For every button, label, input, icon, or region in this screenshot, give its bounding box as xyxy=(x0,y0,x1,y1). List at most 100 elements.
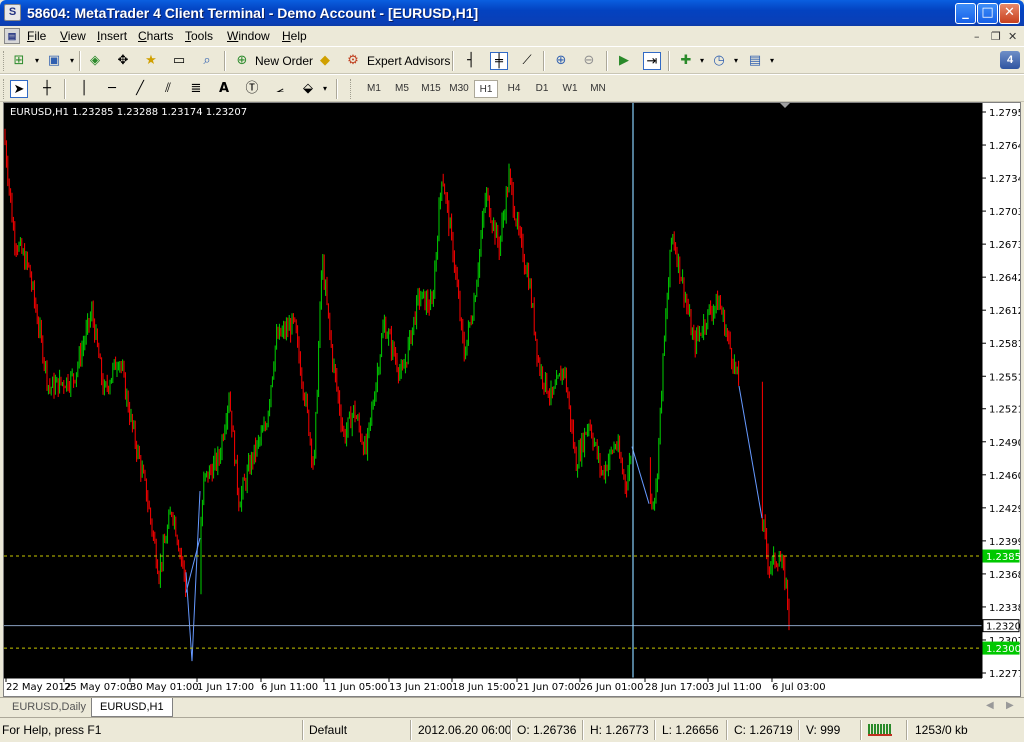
bar-chart-icon[interactable]: ┤ xyxy=(462,52,480,70)
toolbar-grip[interactable] xyxy=(3,51,6,71)
title-bar[interactable]: S 58604: MetaTrader 4 Client Terminal - … xyxy=(0,0,1024,26)
tab-prev-icon[interactable]: ◀ xyxy=(986,700,994,711)
terminal-icon[interactable]: ▭ xyxy=(170,52,188,70)
shapes-icon[interactable]: ⬙ xyxy=(299,80,317,98)
chart-window[interactable]: 1.27950 1.27645 1.27340 1.27035 1.26730 1.264… xyxy=(3,102,1021,697)
time-label: 26 Jun 01:00 xyxy=(580,682,644,693)
zoom-out-icon[interactable]: ⊖ xyxy=(580,52,598,70)
new-order-icon[interactable]: ⊕ xyxy=(233,52,251,70)
equidistant-channel-icon[interactable]: ⫽ xyxy=(159,80,177,98)
tab-next-icon[interactable]: ▶ xyxy=(1006,700,1014,711)
price-label: 1.27035 xyxy=(989,207,1020,218)
dropdown-arrow-icon[interactable]: ▾ xyxy=(763,52,781,70)
timeframe-mn[interactable]: MN xyxy=(586,80,610,98)
market-watch-icon[interactable]: ◈ xyxy=(86,52,104,70)
dropdown-arrow-icon[interactable]: ▾ xyxy=(316,80,334,98)
level-upper-label: 1.23850 xyxy=(986,552,1020,563)
metaeditor-icon[interactable]: ◆ xyxy=(316,52,334,70)
timeframe-m15[interactable]: M15 xyxy=(418,80,444,98)
price-label: 1.23685 xyxy=(989,570,1020,581)
periods-clock-icon[interactable]: ◷ xyxy=(710,52,728,70)
timeframe-w1[interactable]: W1 xyxy=(558,80,582,98)
tab-eurusd-daily[interactable]: EURUSD,Daily xyxy=(4,698,94,717)
chart-window-icon[interactable]: ▤ xyxy=(4,28,20,44)
strategy-tester-icon[interactable]: ⌕ xyxy=(198,52,216,70)
timeframe-d1[interactable]: D1 xyxy=(530,80,554,98)
autoscroll-icon[interactable]: ▶ xyxy=(615,52,633,70)
vertical-line-icon[interactable]: │ xyxy=(75,80,93,98)
mdi-minimize-button[interactable]: – xyxy=(974,30,980,43)
standard-toolbar: ⊞ ▾ ▣ ▾ ◈ ✥ ★ ▭ ⌕ ⊕ New Order ◆ ⚙ Expert… xyxy=(0,46,1024,74)
status-separator xyxy=(302,720,304,740)
fibonacci-icon[interactable]: ≣ xyxy=(187,80,205,98)
toolbar-grip[interactable] xyxy=(350,79,353,99)
mdi-close-button[interactable]: ✕ xyxy=(1008,30,1017,43)
tab-eurusd-h1[interactable]: EURUSD,H1 xyxy=(91,698,173,717)
crosshair-icon[interactable]: ┼ xyxy=(38,80,56,98)
dropdown-arrow-icon[interactable]: ▾ xyxy=(28,52,46,70)
time-label: 21 Jun 07:00 xyxy=(517,682,581,693)
chart-tabs: EURUSD,Daily EURUSD,H1 ◀ ▶ xyxy=(0,697,1024,717)
candlesticks-icon[interactable]: ╪ xyxy=(490,52,508,70)
menu-window[interactable]: Window xyxy=(227,29,270,43)
dropdown-arrow-icon[interactable]: ▾ xyxy=(693,52,711,70)
dropdown-arrow-icon[interactable]: ▾ xyxy=(727,52,745,70)
profiles-icon[interactable]: ▣ xyxy=(45,52,63,70)
text-label-icon[interactable]: Ⓣ xyxy=(243,80,261,98)
trendline-icon[interactable]: ╱ xyxy=(131,80,149,98)
menu-file[interactable]: File xyxy=(27,29,46,43)
price-label: 1.27645 xyxy=(989,141,1020,152)
price-label: 1.26120 xyxy=(989,306,1020,317)
new-order-button[interactable]: New Order xyxy=(255,54,313,68)
time-label: 13 Jun 21:00 xyxy=(389,682,453,693)
symbol-info-label: EURUSD,H1 1.23285 1.23288 1.23174 1.2320… xyxy=(10,107,248,118)
status-separator xyxy=(582,720,584,740)
expert-advisors-icon[interactable]: ⚙ xyxy=(344,52,362,70)
expert-advisors-button[interactable]: Expert Advisors xyxy=(367,54,450,68)
arrows-icon[interactable]: ⦟ xyxy=(271,80,289,98)
toolbar-separator xyxy=(79,51,81,71)
status-separator xyxy=(726,720,728,740)
menu-bar: ▤ File View Insert Charts Tools Window H… xyxy=(0,26,1024,46)
mdi-restore-button[interactable]: ❐ xyxy=(991,30,1001,43)
price-label: 1.24295 xyxy=(989,504,1020,515)
status-separator xyxy=(510,720,512,740)
chart-shift-icon[interactable]: ⇥ xyxy=(643,52,661,70)
line-chart-icon[interactable]: ⟋ xyxy=(518,52,536,70)
close-button[interactable]: ✕ xyxy=(999,3,1020,24)
menu-tools[interactable]: Tools xyxy=(185,29,213,43)
time-label: 18 Jun 15:00 xyxy=(452,682,516,693)
status-separator xyxy=(654,720,656,740)
connection-status-icon[interactable] xyxy=(868,724,892,736)
bid-price-label: 1.23207 xyxy=(986,622,1020,633)
menu-insert[interactable]: Insert xyxy=(97,29,127,43)
timeframe-m5[interactable]: M5 xyxy=(390,80,414,98)
cursor-icon[interactable]: ➤ xyxy=(10,80,28,98)
timeframe-m30[interactable]: M30 xyxy=(446,80,472,98)
time-label: 11 Jun 05:00 xyxy=(324,682,388,693)
maximize-button[interactable]: □ xyxy=(977,3,998,24)
menu-charts[interactable]: Charts xyxy=(138,29,173,43)
templates-icon[interactable]: ▤ xyxy=(746,52,764,70)
price-label: 1.25510 xyxy=(989,372,1020,383)
time-label: 22 May 2012 xyxy=(6,682,71,693)
status-separator xyxy=(798,720,800,740)
status-help: For Help, press F1 xyxy=(2,723,102,737)
minimize-button[interactable]: _ xyxy=(955,3,976,24)
text-icon[interactable]: A xyxy=(215,80,233,98)
new-chart-icon[interactable]: ⊞ xyxy=(10,52,28,70)
price-chart[interactable]: 1.27950 1.27645 1.27340 1.27035 1.26730 1.264… xyxy=(4,103,1020,696)
menu-help[interactable]: Help xyxy=(282,29,307,43)
timeframe-h4[interactable]: H4 xyxy=(502,80,526,98)
timeframe-h1[interactable]: H1 xyxy=(474,80,498,98)
timeframe-m1[interactable]: M1 xyxy=(362,80,386,98)
terminal-badge[interactable]: 4 xyxy=(1000,51,1020,69)
menu-view[interactable]: View xyxy=(60,29,86,43)
toolbar-grip[interactable] xyxy=(3,79,6,99)
status-separator xyxy=(906,720,908,740)
data-window-icon[interactable]: ✥ xyxy=(114,52,132,70)
navigator-icon[interactable]: ★ xyxy=(142,52,160,70)
zoom-in-icon[interactable]: ⊕ xyxy=(552,52,570,70)
horizontal-line-icon[interactable]: ─ xyxy=(103,80,121,98)
price-label: 1.26425 xyxy=(989,273,1020,284)
